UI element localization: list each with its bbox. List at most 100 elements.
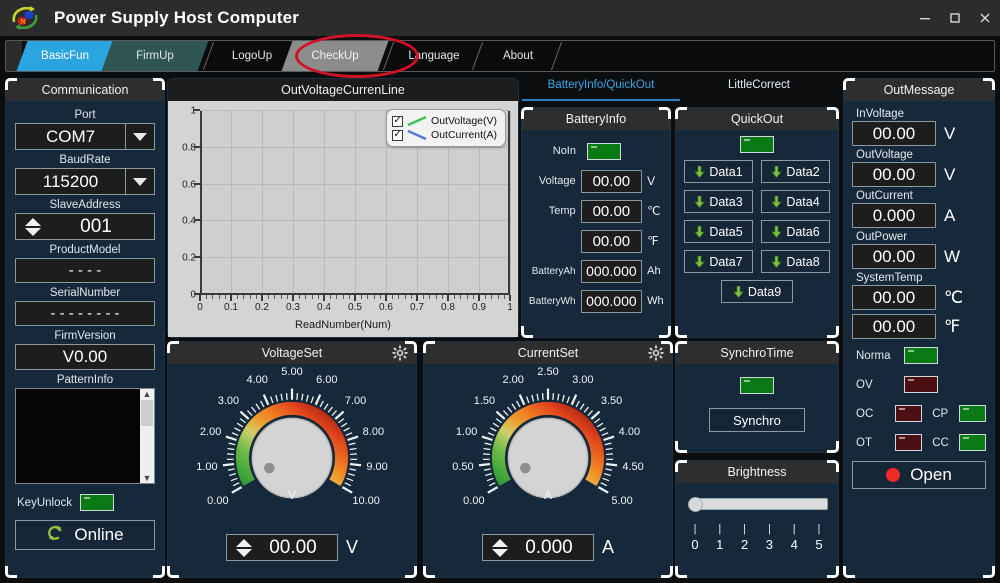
chart-canvas[interactable]: 0 0.2 0.4 0.6 0.8 1 0 0.1 0.2 0.3 0.4 0.5 0.6 0.7 0.8… [168, 101, 518, 337]
outmessage-panel: OutMessage InVoltage 00.00 V OutVoltage 00.0… [843, 78, 995, 578]
download-arrow-icon [771, 225, 783, 238]
status-badge [895, 405, 923, 422]
slider-track[interactable] [694, 498, 828, 510]
refresh-icon [46, 524, 64, 547]
slaveaddress-stepper[interactable]: 001 [15, 213, 155, 240]
serialnumber-label: SerialNumber [49, 287, 121, 299]
baudrate-select[interactable]: 115200 [15, 168, 155, 195]
outmessage-row-value: 00.00 [852, 244, 936, 269]
quickout-button-label: Data1 [709, 164, 743, 179]
page-title: Power Supply Host Computer [54, 8, 300, 27]
row-unit: V [647, 174, 656, 188]
baudrate-value: 115200 [15, 168, 125, 195]
status-label: OC [856, 407, 874, 420]
row-value: 000.000 [580, 259, 643, 283]
tab-divider [550, 41, 564, 71]
table-row: Voltage 00.00 V [522, 166, 670, 196]
slider-thumb[interactable] [688, 497, 703, 512]
x-tick: 0.1 [224, 302, 238, 313]
serialnumber-value: - - - - - - - - [15, 301, 155, 326]
quickout-button-data7[interactable]: Data7 [684, 250, 753, 273]
port-select[interactable]: COM7 [15, 123, 155, 150]
status-row: OT CC [852, 434, 987, 451]
tab-language[interactable]: Language [396, 41, 472, 71]
open-button[interactable]: Open [852, 461, 986, 489]
status-badge [904, 347, 938, 364]
stepper-arrows-icon[interactable] [20, 217, 46, 236]
synchrotime-panel: SynchroTime Synchro [675, 341, 839, 453]
y-axis [200, 111, 202, 295]
quickout-button-data1[interactable]: Data1 [684, 160, 753, 183]
chevron-down-icon[interactable] [125, 123, 155, 150]
legend-swatch [406, 115, 428, 127]
subtab-littlecorrect[interactable]: LittleCorrect [680, 79, 838, 101]
synchrotime-title: SynchroTime [676, 342, 838, 364]
scale-label: 0.00 [207, 494, 229, 507]
quickout-button-data5[interactable]: Data5 [684, 220, 753, 243]
legend-item[interactable]: ✓ OutVoltage(V) [392, 114, 497, 128]
subtab-batteryinfo-quickout[interactable]: BatteryInfo/QuickOut [522, 79, 680, 101]
synchro-button[interactable]: Synchro [709, 408, 805, 432]
scale-label: 9.00 [366, 460, 388, 473]
quickout-button-data9[interactable]: Data9 [721, 280, 793, 303]
outmessage-row: 0.000 A [852, 203, 986, 228]
slider-tick: | [693, 523, 697, 535]
scroll-thumb[interactable] [141, 400, 153, 426]
scale-label: 0.50 [452, 460, 474, 473]
quickout-button-label: Data9 [747, 284, 782, 299]
outmessage-row: 00.00 ℃ [852, 285, 986, 310]
tab-basicfun[interactable]: BasicFun [16, 41, 114, 71]
row-unit: Wh [647, 295, 664, 307]
slider-tick: | [792, 523, 796, 535]
batteryinfo-panel: BatteryInfo NoIn Voltage 00.00 V Temp 00… [521, 107, 671, 338]
quickout-button-data8[interactable]: Data8 [761, 250, 830, 273]
chevron-down-icon[interactable] [125, 168, 155, 195]
row-unit: Ah [647, 265, 661, 277]
table-row: 00.00 ℉ [522, 226, 670, 256]
quickout-title: QuickOut [676, 108, 838, 130]
scale-label: 10.00 [352, 494, 380, 507]
scroll-down-icon[interactable]: ▼ [143, 473, 152, 483]
legend-checkbox[interactable]: ✓ [392, 129, 404, 141]
slider-tick-label: 4 [790, 537, 798, 552]
patterninfo-scrollbar[interactable]: ▲ ▼ [140, 389, 154, 483]
table-row: BatteryAh 000.000 Ah [522, 256, 670, 286]
slider-tick-label: 2 [740, 537, 749, 552]
quickout-button-data2[interactable]: Data2 [761, 160, 830, 183]
quickout-button-label: Data8 [786, 254, 820, 269]
brightness-slider[interactable] [686, 497, 828, 512]
chart-legend[interactable]: ✓ OutVoltage(V) ✓ OutCurrent(A) [386, 109, 506, 147]
voltage-knob[interactable]: 0.00 1.00 2.00 3.00 4.00 5.00 6.00 7.00 8.00 9.00… [168, 364, 416, 532]
outmessage-row-label: SystemTemp [856, 272, 923, 284]
table-row: Temp 00.00 ℃ [522, 196, 670, 226]
download-arrow-icon [694, 165, 706, 178]
close-button[interactable] [970, 0, 1000, 36]
tab-firmup[interactable]: FirmUp [101, 41, 209, 71]
quickout-button-label: Data6 [786, 224, 820, 239]
quickout-button-data4[interactable]: Data4 [761, 190, 830, 213]
tab-about[interactable]: About [485, 41, 551, 71]
patterninfo-label: PatternInfo [56, 374, 114, 386]
maximize-button[interactable] [940, 0, 970, 36]
patterninfo-textarea[interactable]: ▲ ▼ [15, 388, 155, 484]
legend-item[interactable]: ✓ OutCurrent(A) [392, 128, 497, 142]
slider-tick-marks: | | | | | | [690, 523, 824, 535]
download-arrow-icon [771, 195, 783, 208]
tab-label: About [502, 50, 534, 62]
quickout-button-data6[interactable]: Data6 [761, 220, 830, 243]
legend-checkbox[interactable]: ✓ [392, 115, 404, 127]
current-knob[interactable]: 0.00 0.50 1.00 1.50 2.00 2.50 3.00 3.50 4.00 4.50… [424, 364, 672, 532]
online-button[interactable]: Online [15, 520, 155, 550]
minimize-button[interactable] [910, 0, 940, 36]
tab-checkup[interactable]: CheckUp [281, 41, 389, 71]
x-tick: 0 [197, 302, 203, 313]
tab-logoup[interactable]: LogoUp [216, 41, 288, 71]
scale-label: 3.50 [600, 394, 623, 407]
outmessage-row-unit: V [944, 164, 956, 184]
download-arrow-icon [771, 255, 783, 268]
scroll-up-icon[interactable]: ▲ [143, 389, 152, 399]
scale-label: 8.00 [362, 425, 385, 438]
scale-label: 3.00 [217, 394, 240, 407]
quickout-button-data3[interactable]: Data3 [684, 190, 753, 213]
voltageset-panel: VoltageSet 0.00 1.00 2.00 3.00 4.00 5.00 6.00 7… [167, 341, 417, 578]
